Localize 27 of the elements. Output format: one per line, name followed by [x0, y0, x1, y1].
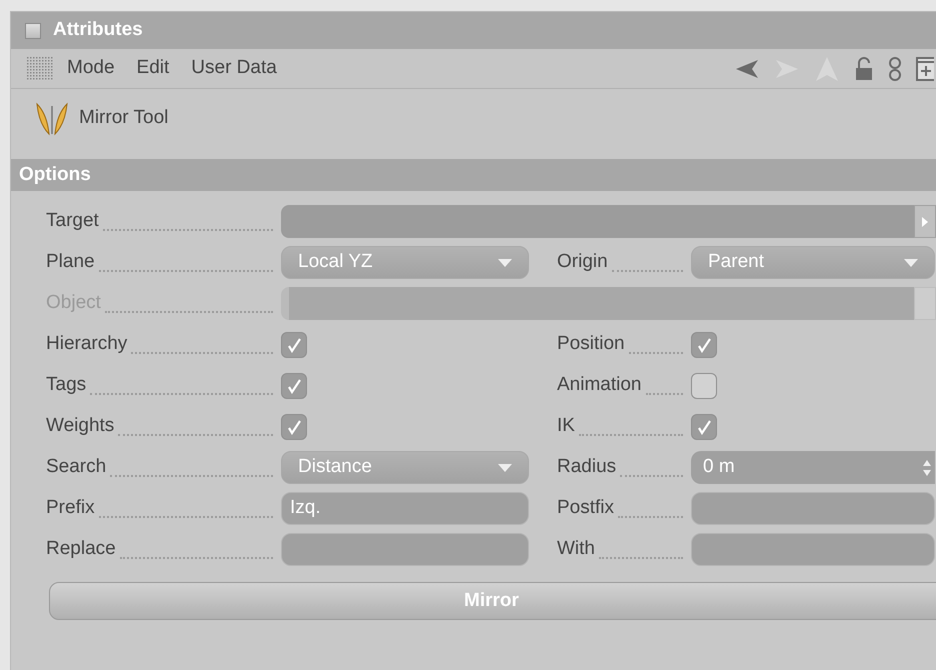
- menu-item[interactable]: User Data: [191, 54, 277, 83]
- field-label: Hierarchy: [46, 332, 128, 356]
- section-title: Options: [19, 162, 91, 187]
- field-label: Target: [46, 209, 99, 234]
- field-label: Postfix: [557, 496, 614, 520]
- field-label: Search: [46, 455, 106, 480]
- mirror-button[interactable]: Mirror: [49, 582, 936, 620]
- field-label: Weights: [46, 414, 114, 438]
- object-name: Mirror Tool: [79, 106, 168, 130]
- field-label: IK: [557, 414, 575, 438]
- panel-title: Attributes: [53, 18, 143, 42]
- field-label: Position: [557, 332, 625, 356]
- field-label: Animation: [557, 373, 642, 398]
- text-field[interactable]: Izq.: [281, 492, 529, 525]
- dropdown[interactable]: Parent: [691, 246, 935, 279]
- dropdown[interactable]: Distance: [281, 451, 529, 484]
- number-field[interactable]: 0 m: [691, 451, 935, 484]
- field-label: Origin: [557, 250, 608, 274]
- field-label: Prefix: [46, 496, 95, 520]
- field-label: Tags: [46, 373, 86, 398]
- dropdown[interactable]: Local YZ: [281, 246, 529, 279]
- menu-item[interactable]: Mode: [67, 54, 115, 83]
- field-label: Radius: [557, 455, 616, 480]
- field-label: With: [557, 537, 595, 562]
- field-label: Plane: [46, 250, 95, 274]
- menu-item[interactable]: Edit: [136, 54, 170, 83]
- field-label: Replace: [46, 537, 116, 562]
